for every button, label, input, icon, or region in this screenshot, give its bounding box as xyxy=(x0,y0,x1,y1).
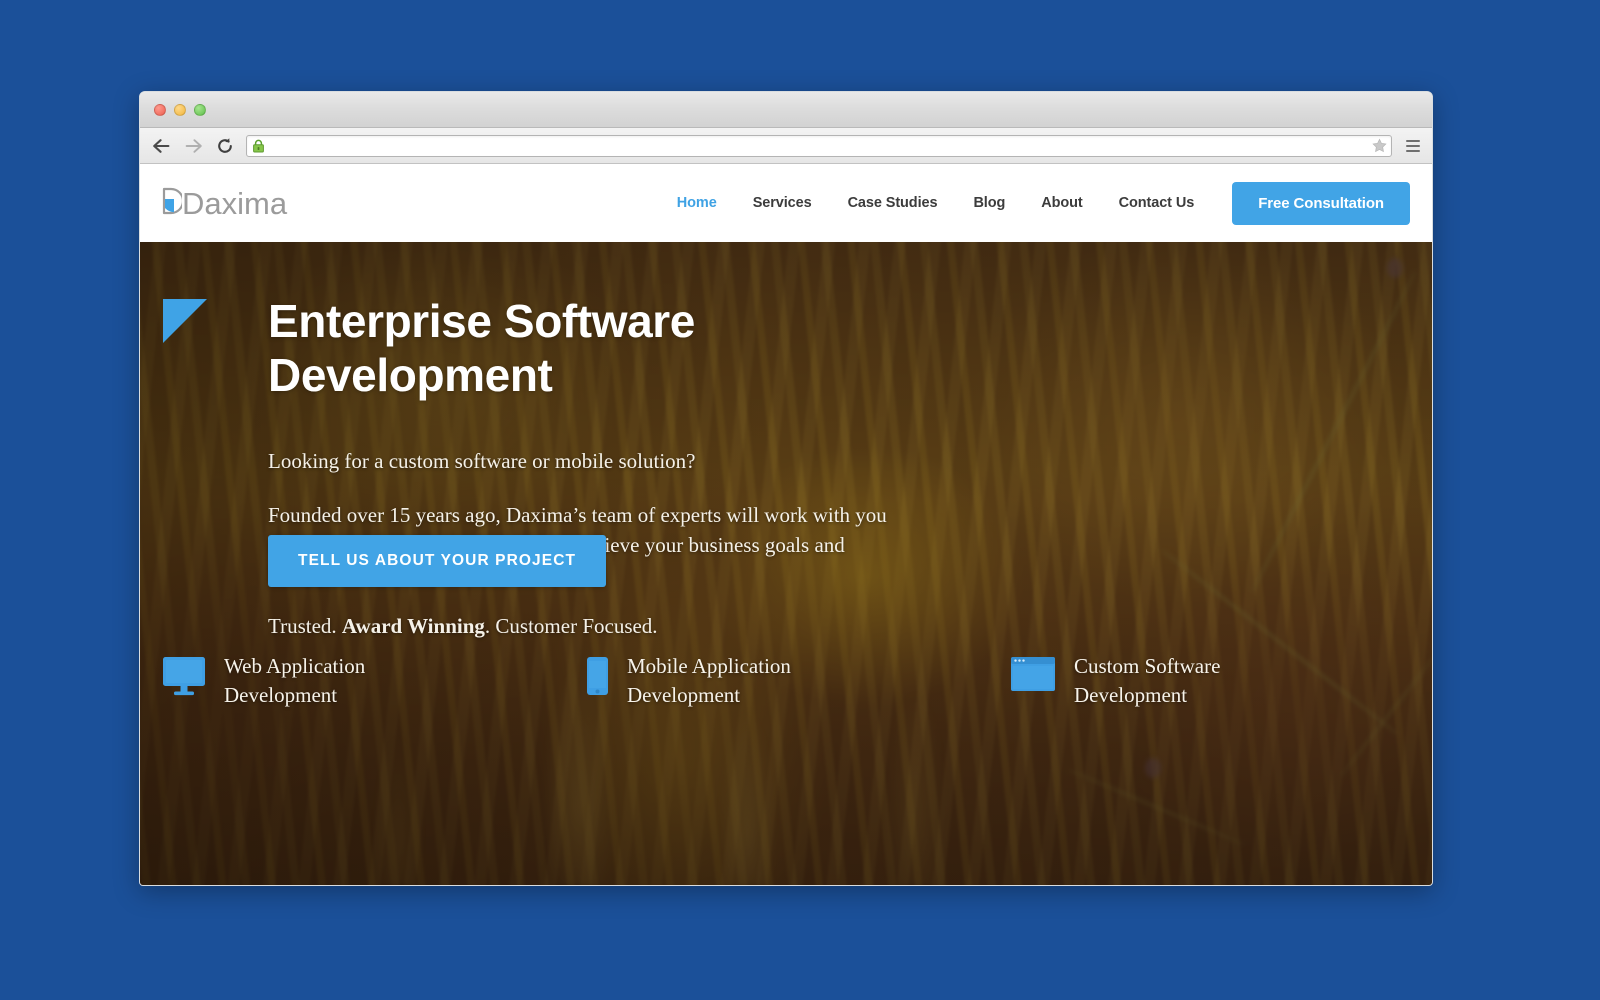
green-padlock-icon xyxy=(252,139,265,153)
service-line-2: Development xyxy=(224,682,338,707)
service-label-web-application: Web Application Development xyxy=(224,652,414,710)
tell-us-about-your-project-button[interactable]: TELL US ABOUT YOUR PROJECT xyxy=(268,535,607,587)
service-line-1: Web Application xyxy=(224,654,366,678)
hero-title-line-1: Enterprise Software xyxy=(268,295,695,347)
nav-item-home[interactable]: Home xyxy=(659,195,735,211)
back-arrow-icon[interactable] xyxy=(150,135,172,157)
service-label-mobile-application: Mobile Application Development xyxy=(627,652,817,710)
desktop-monitor-icon xyxy=(162,652,206,701)
free-consultation-button[interactable]: Free Consultation xyxy=(1232,181,1410,225)
close-window-button[interactable] xyxy=(154,103,166,116)
hero-tagline-pre: Trusted. xyxy=(268,614,342,639)
service-item-web-application[interactable]: Web Application Development xyxy=(162,652,586,710)
hero-services-strip: Web Application Development Mobile Appli… xyxy=(162,652,1410,710)
service-label-custom-software: Custom Software Development xyxy=(1074,652,1264,710)
hero-title: Enterprise Software Development xyxy=(268,294,1028,403)
hamburger-menu-icon[interactable] xyxy=(1402,135,1424,157)
blue-triangle-d-icon xyxy=(162,185,185,222)
service-item-mobile-application[interactable]: Mobile Application Development xyxy=(586,652,1010,710)
service-line-1: Mobile Application xyxy=(627,654,791,678)
page-viewport: Daxima Home Services Case Studies Blog A… xyxy=(140,164,1432,885)
blue-triangle-accent-icon xyxy=(163,299,207,343)
nav-item-case-studies[interactable]: Case Studies xyxy=(830,195,956,211)
service-item-custom-software[interactable]: Custom Software Development xyxy=(1010,652,1410,710)
hero-section: Enterprise Software Development Looking … xyxy=(140,242,1432,885)
browser-titlebar xyxy=(140,92,1432,128)
bookmark-star-icon[interactable] xyxy=(1372,138,1387,153)
browser-toolbar xyxy=(140,128,1432,164)
main-navigation: Home Services Case Studies Blog About Co… xyxy=(659,181,1410,225)
site-logo[interactable]: Daxima xyxy=(162,185,287,222)
mobile-phone-icon xyxy=(586,652,609,701)
nav-item-blog[interactable]: Blog xyxy=(955,195,1023,211)
browser-window-icon xyxy=(1010,652,1056,697)
browser-window: Daxima Home Services Case Studies Blog A… xyxy=(139,91,1433,886)
hero-lead-text: Looking for a custom software or mobile … xyxy=(268,449,696,473)
hero-title-line-2: Development xyxy=(268,349,553,402)
nav-item-services[interactable]: Services xyxy=(735,195,830,211)
nav-item-contact-us[interactable]: Contact Us xyxy=(1101,195,1213,211)
site-logo-text: Daxima xyxy=(182,185,288,221)
service-line-2: Development xyxy=(1074,682,1188,707)
site-header: Daxima Home Services Case Studies Blog A… xyxy=(140,164,1432,242)
maximize-window-button[interactable] xyxy=(194,103,206,116)
service-line-1: Custom Software xyxy=(1074,654,1221,678)
reload-icon[interactable] xyxy=(214,135,236,157)
address-bar[interactable] xyxy=(246,134,1392,157)
nav-item-about[interactable]: About xyxy=(1023,195,1100,211)
hero-tagline: Trusted. Award Winning. Customer Focused… xyxy=(268,612,888,642)
service-line-2: Development xyxy=(627,682,741,707)
minimize-window-button[interactable] xyxy=(174,103,186,116)
hero-tagline-bold: Award Winning xyxy=(341,614,485,639)
forward-arrow-icon[interactable] xyxy=(182,135,204,157)
hero-tagline-post: . Customer Focused. xyxy=(484,614,658,639)
window-traffic-lights xyxy=(154,103,206,116)
